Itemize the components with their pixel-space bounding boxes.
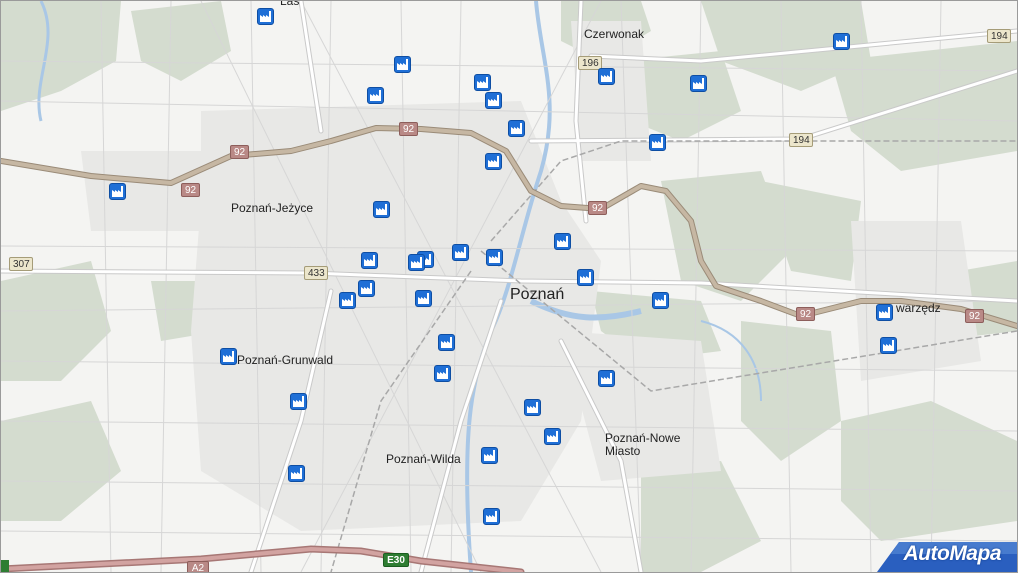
factory-icon[interactable] — [408, 254, 425, 271]
place-label-line-2: Miasto — [605, 444, 641, 458]
road-shield-92: 92 — [399, 122, 418, 136]
road-shield-e30: E30 — [383, 553, 409, 567]
factory-icon[interactable] — [474, 74, 491, 91]
place-label-poznan-wilda: Poznań-Wilda — [386, 452, 461, 466]
map-edge-marker — [1, 560, 9, 572]
road-shield-92: 92 — [181, 183, 200, 197]
factory-icon[interactable] — [394, 56, 411, 73]
automapa-logo-text: AutoMapa — [903, 542, 1002, 565]
factory-icon[interactable] — [544, 428, 561, 445]
factory-icon[interactable] — [833, 33, 850, 50]
road-shield-a2: A2 — [187, 561, 209, 572]
road-shield-194: 194 — [987, 29, 1011, 43]
road-shield-92: 92 — [588, 201, 607, 215]
factory-icon[interactable] — [452, 244, 469, 261]
factory-icon[interactable] — [481, 447, 498, 464]
factory-icon[interactable] — [339, 292, 356, 309]
factory-icon[interactable] — [373, 201, 390, 218]
factory-icon[interactable] — [438, 334, 455, 351]
factory-icon[interactable] — [415, 290, 432, 307]
factory-icon[interactable] — [220, 348, 237, 365]
place-label-czerwonak: Czerwonak — [584, 27, 645, 41]
factory-icon[interactable] — [598, 370, 615, 387]
factory-icon[interactable] — [485, 153, 502, 170]
factory-icon[interactable] — [652, 292, 669, 309]
place-label-swarzedz: warzędz — [896, 301, 941, 315]
place-label-las: Las — [280, 0, 300, 8]
factory-icon[interactable] — [358, 280, 375, 297]
factory-icon[interactable] — [257, 8, 274, 25]
road-shield-92: 92 — [965, 309, 984, 323]
factory-icon[interactable] — [486, 249, 503, 266]
factory-icon[interactable] — [483, 508, 500, 525]
factory-icon[interactable] — [361, 252, 378, 269]
factory-icon[interactable] — [290, 393, 307, 410]
factory-icon[interactable] — [690, 75, 707, 92]
factory-icon[interactable] — [598, 68, 615, 85]
factory-icon[interactable] — [288, 465, 305, 482]
factory-icon[interactable] — [524, 399, 541, 416]
factory-icon[interactable] — [109, 183, 126, 200]
factory-icon[interactable] — [434, 365, 451, 382]
factory-icon[interactable] — [367, 87, 384, 104]
road-shield-307: 307 — [9, 257, 33, 271]
place-label-poznan: Poznań — [510, 286, 565, 303]
road-shield-92: 92 — [230, 145, 249, 159]
factory-icon[interactable] — [485, 92, 502, 109]
place-label-poznan-jezyce: Poznań-Jeżyce — [231, 201, 314, 215]
factory-icon[interactable] — [880, 337, 897, 354]
road-shield-92: 92 — [796, 307, 815, 321]
factory-icon[interactable] — [577, 269, 594, 286]
factory-icon[interactable] — [876, 304, 893, 321]
road-shield-194: 194 — [789, 133, 813, 147]
factory-icon[interactable] — [508, 120, 525, 137]
factory-icon[interactable] — [554, 233, 571, 250]
map-base-layer — [1, 1, 1017, 572]
factory-icon[interactable] — [649, 134, 666, 151]
map-viewport[interactable]: Las Czerwonak Poznań-Jeżyce Poznań Pozna… — [0, 0, 1018, 573]
place-label-poznan-grunwald: Poznań-Grunwald — [237, 353, 334, 367]
place-label-line-1: Poznań-Nowe — [605, 431, 681, 445]
road-shield-433: 433 — [304, 266, 328, 280]
place-label-poznan-nowe-miasto: Poznań-Nowe Miasto — [605, 432, 680, 458]
